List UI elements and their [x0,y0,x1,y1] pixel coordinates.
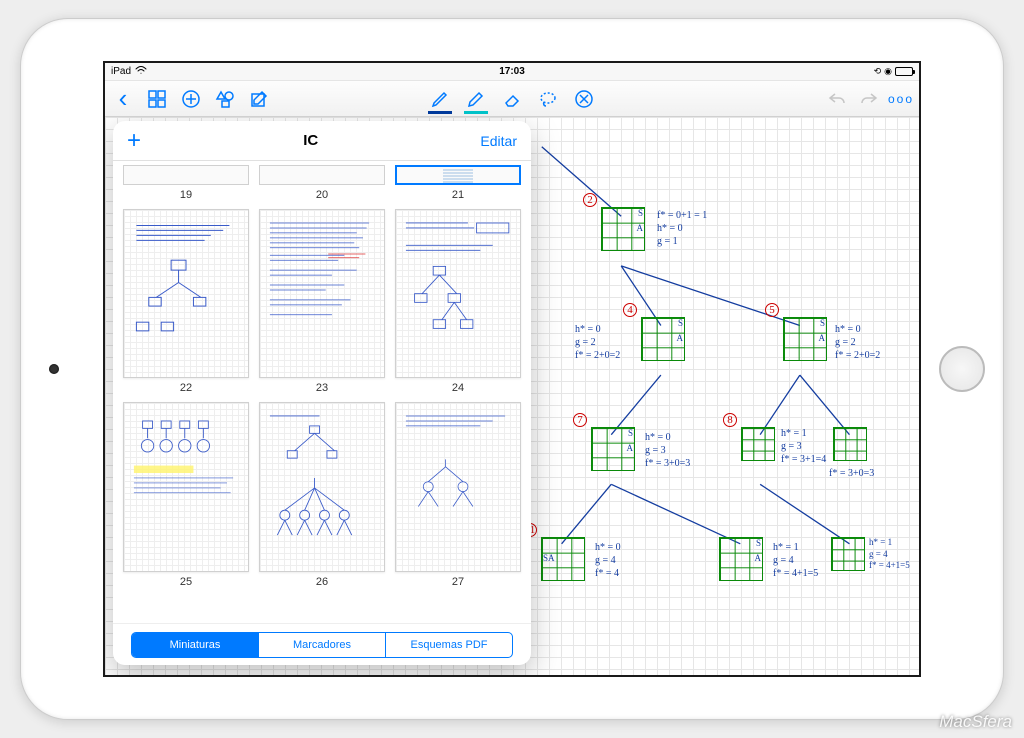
page-thumbnail-25[interactable] [123,402,249,571]
tree-node-8: 8 [741,427,775,461]
page-number: 24 [452,382,464,394]
clear-tool-icon[interactable] [574,89,594,109]
eraser-tool-icon[interactable] [502,89,522,109]
app-toolbar: ‹ [105,81,919,117]
page-number: 25 [180,576,192,588]
page-thumbnail-22[interactable] [123,209,249,378]
page-thumbnail-21-selected[interactable] [395,165,521,185]
more-button[interactable]: ooo [891,89,911,109]
page-thumbnail-26[interactable] [259,402,385,571]
popover-header: + IC Editar [113,121,531,161]
add-page-button[interactable]: + [127,127,141,155]
tree-node-11: 11 SA [541,537,585,581]
clock: 17:03 [378,66,645,77]
battery-icon [895,67,913,76]
page-thumbnail-20[interactable] [259,165,385,185]
tree-node-4: 4 S A [641,317,685,361]
node-4-formula: h* = 0 g = 2 f* = 2+0=2 [575,323,620,362]
tree-node-2: 2 S A [601,207,645,251]
node-9-formula: f* = 3+0=3 [829,467,874,480]
tree-node-13 [831,537,865,571]
node-13-formula: h* = 1 g = 4 f* = 4+1=5 [869,537,910,572]
page-number: 23 [316,382,328,394]
node-5-formula: h* = 0 g = 2 f* = 2+0=2 [835,323,880,362]
page-number: 20 [316,189,328,201]
compose-icon[interactable] [249,89,269,109]
node-7-formula: h* = 0 g = 3 f* = 3+0=3 [645,431,690,470]
edit-button[interactable]: Editar [480,133,517,149]
home-button[interactable] [939,346,985,392]
segment-thumbnails[interactable]: Miniaturas [132,633,259,657]
screen: iPad 17:03 ⟲ ◉ ‹ [103,61,921,677]
status-bar: iPad 17:03 ⟲ ◉ [105,63,919,81]
orientation-lock-icon: ⟲ [874,66,882,77]
lasso-tool-icon[interactable] [538,89,558,109]
page-thumbnail-23[interactable] [259,209,385,378]
node-8-formula: h* = 1 g = 3 f* = 3+1=4 [781,427,826,466]
page-number: 19 [180,189,192,201]
alarm-icon: ◉ [884,66,892,77]
node-2-formula: f* = 0+1 = 1 h* = 0 g = 1 [657,209,707,248]
add-page-icon[interactable] [181,89,201,109]
pen-tool-icon[interactable] [430,89,450,109]
shapes-icon[interactable] [215,89,235,109]
page-thumbnail-19[interactable] [123,165,249,185]
popover-title: IC [303,132,318,149]
thumbnails-popover: + IC Editar 19 20 [113,121,531,665]
tree-node-7: 7 S A [591,427,635,471]
undo-button[interactable] [827,89,847,109]
tree-node-12: S A [719,537,763,581]
grid-icon[interactable] [147,89,167,109]
redo-button[interactable] [859,89,879,109]
page-number: 26 [316,576,328,588]
tree-node-9 [833,427,867,461]
thumbnail-grid[interactable]: 19 20 21 [113,161,531,623]
wifi-icon [135,65,147,78]
camera [49,364,59,374]
page-thumbnail-24[interactable] [395,209,521,378]
page-number: 22 [180,382,192,394]
watermark: MacSfera [939,712,1012,732]
tree-node-5: 5 S A [783,317,827,361]
node-12-formula: h* = 1 g = 4 f* = 4+1=5 [773,541,818,580]
ipad-frame: iPad 17:03 ⟲ ◉ ‹ [20,18,1004,720]
canvas-area[interactable]: 2 S A f* = 0+1 = 1 h* = 0 g = 1 4 S A h*… [105,117,919,675]
segment-bookmarks[interactable]: Marcadores [259,633,386,657]
back-button[interactable]: ‹ [113,89,133,109]
device-label: iPad [111,66,131,77]
segment-outlines[interactable]: Esquemas PDF [386,633,512,657]
page-number: 21 [452,189,464,201]
page-number: 27 [452,576,464,588]
view-mode-segmented: Miniaturas Marcadores Esquemas PDF [113,623,531,665]
highlighter-tool-icon[interactable] [466,89,486,109]
page-thumbnail-27[interactable] [395,402,521,571]
node-11-formula: h* = 0 g = 4 f* = 4 [595,541,621,580]
